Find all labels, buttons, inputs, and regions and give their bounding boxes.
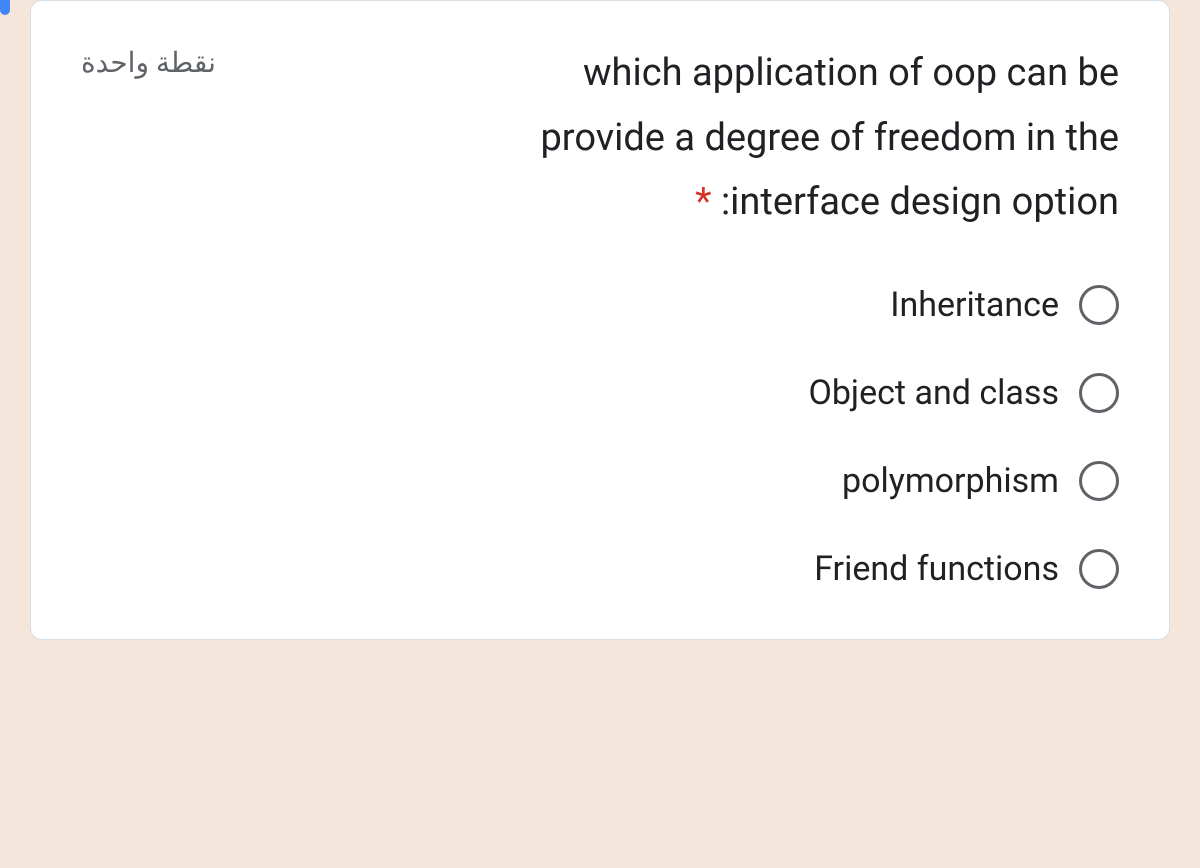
question-text: which application of oop can be provide … — [276, 41, 1119, 235]
question-line-3: :interface design option — [721, 180, 1119, 224]
required-asterisk: * — [695, 180, 711, 224]
radio-icon[interactable] — [1079, 549, 1119, 589]
option-friend-functions[interactable]: Friend functions — [81, 549, 1119, 589]
question-line-2: provide a degree of freedom in the — [540, 116, 1119, 160]
option-label: Friend functions — [814, 549, 1059, 589]
option-label: polymorphism — [842, 461, 1059, 501]
question-line-1: which application of oop can be — [583, 51, 1119, 95]
question-header: نقطة واحدة which application of oop can … — [81, 41, 1119, 235]
option-object-and-class[interactable]: Object and class — [81, 373, 1119, 413]
points-label: نقطة واحدة — [81, 41, 216, 79]
card-accent-bar — [0, 0, 10, 15]
option-polymorphism[interactable]: polymorphism — [81, 461, 1119, 501]
radio-icon[interactable] — [1079, 461, 1119, 501]
option-label: Object and class — [808, 373, 1059, 413]
option-inheritance[interactable]: Inheritance — [81, 285, 1119, 325]
question-card: نقطة واحدة which application of oop can … — [30, 0, 1170, 640]
radio-icon[interactable] — [1079, 373, 1119, 413]
radio-icon[interactable] — [1079, 285, 1119, 325]
options-container: Inheritance Object and class polymorphis… — [81, 285, 1119, 589]
option-label: Inheritance — [890, 285, 1059, 325]
